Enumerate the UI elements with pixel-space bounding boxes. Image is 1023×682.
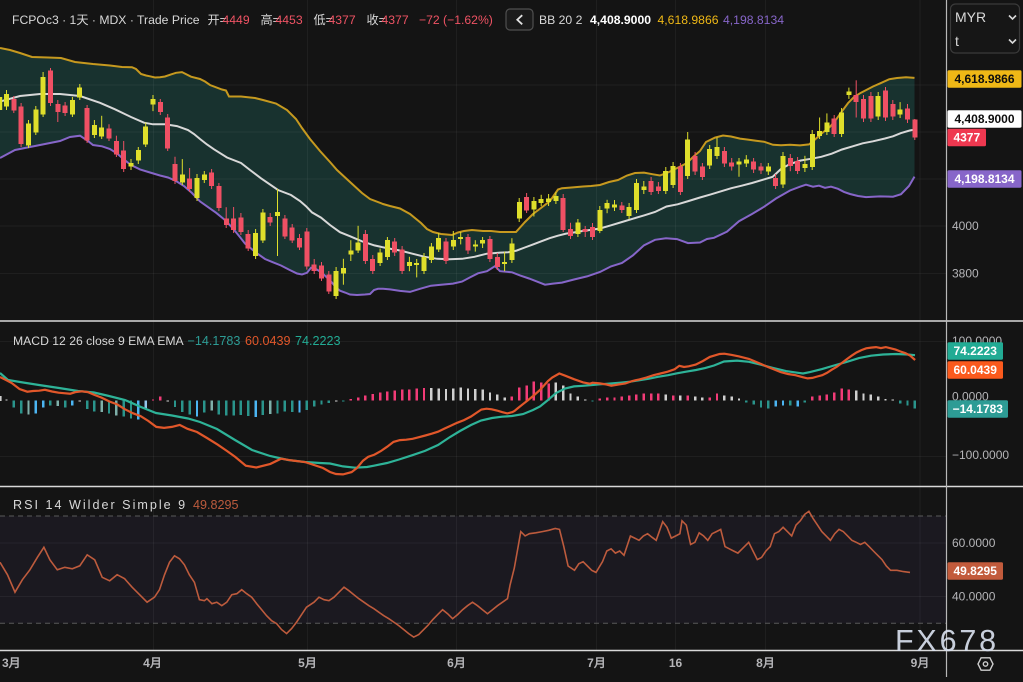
svg-text:FX678: FX678 xyxy=(895,624,999,658)
svg-text:4000: 4000 xyxy=(952,219,979,233)
svg-text:MYR: MYR xyxy=(955,9,986,25)
svg-text:4,408.9000: 4,408.9000 xyxy=(954,112,1014,126)
svg-text:60.0439: 60.0439 xyxy=(954,363,998,377)
svg-text:−72 (−1.62%): −72 (−1.62%) xyxy=(419,13,493,27)
svg-text:8月: 8月 xyxy=(756,656,775,670)
svg-text:4453: 4453 xyxy=(276,13,303,27)
svg-text:4,198.8134: 4,198.8134 xyxy=(954,172,1014,186)
svg-text:60.0000: 60.0000 xyxy=(952,536,996,550)
svg-text:9月: 9月 xyxy=(911,656,930,670)
svg-text:FCPOc3 · 1天 · MDX · Trade Pric: FCPOc3 · 1天 · MDX · Trade Price xyxy=(12,13,200,27)
svg-text:−14.1783: −14.1783 xyxy=(188,334,241,348)
svg-text:4,198.8134: 4,198.8134 xyxy=(723,13,784,27)
svg-text:BB 20 2: BB 20 2 xyxy=(539,13,583,27)
svg-text:49.8295: 49.8295 xyxy=(193,498,239,512)
svg-text:49.8295: 49.8295 xyxy=(954,564,998,578)
svg-text:4377: 4377 xyxy=(953,131,980,145)
svg-text:4377: 4377 xyxy=(382,13,409,27)
svg-text:t: t xyxy=(955,33,959,49)
svg-text:4,618.9866: 4,618.9866 xyxy=(954,72,1014,86)
svg-text:4449: 4449 xyxy=(223,13,250,27)
svg-text:4月: 4月 xyxy=(143,656,162,670)
svg-text:RSI 14 Wilder Simple 9: RSI 14 Wilder Simple 9 xyxy=(13,498,187,512)
svg-text:6月: 6月 xyxy=(447,656,466,670)
svg-text:−14.1783: −14.1783 xyxy=(953,402,1004,416)
svg-text:60.0439: 60.0439 xyxy=(245,334,291,348)
svg-text:3月: 3月 xyxy=(2,656,21,670)
svg-text:5月: 5月 xyxy=(298,656,317,670)
svg-text:4,618.9866: 4,618.9866 xyxy=(658,13,719,27)
svg-text:40.0000: 40.0000 xyxy=(952,590,996,604)
svg-text:74.2223: 74.2223 xyxy=(954,344,998,358)
svg-text:3800: 3800 xyxy=(952,266,979,280)
svg-text:4377: 4377 xyxy=(329,13,356,27)
svg-text:74.2223: 74.2223 xyxy=(295,334,341,348)
svg-text:7月: 7月 xyxy=(587,656,606,670)
svg-text:−100.0000: −100.0000 xyxy=(952,448,1009,462)
svg-text:16: 16 xyxy=(669,656,683,670)
svg-text:MACD 12 26 close 9 EMA EMA: MACD 12 26 close 9 EMA EMA xyxy=(13,334,185,348)
svg-text:4,408.9000: 4,408.9000 xyxy=(590,13,651,27)
